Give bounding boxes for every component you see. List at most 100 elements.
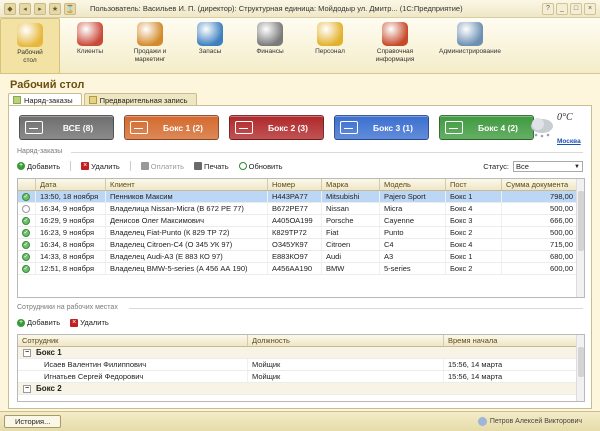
delete-staff-button[interactable]: × Удалить — [70, 318, 109, 327]
cell-date: 14:33, 8 ноября — [36, 251, 106, 262]
print-button[interactable]: Печать — [194, 162, 229, 171]
section-label: Персонал — [315, 48, 345, 55]
col-header[interactable]: Время начала — [444, 335, 578, 346]
cell-client: Владелец Fiat-Punto (К 829 ТР 72) — [106, 227, 268, 238]
cloud-snow-icon — [531, 118, 553, 138]
cell-sum: 680,00 — [502, 251, 578, 262]
orders-table-header: Дата Клиент Номер Марка Модель Пост Сумма доку… — [18, 179, 584, 191]
staff-table: Сотрудник Должность Время начала − Бокс 1 Ис… — [17, 334, 585, 402]
help-icon[interactable]: ? — [542, 2, 554, 15]
cell-sum: 666,00 — [502, 215, 578, 226]
section-2[interactable]: Продажи и маркетинг — [120, 18, 180, 74]
col-header[interactable]: Модель — [380, 179, 446, 190]
table-row[interactable]: ✓ 14:33, 8 ноября Владелец Audi-A3 (Е 883 … — [18, 251, 584, 263]
group-row[interactable]: − Бокс 2 — [18, 383, 584, 395]
minimize-button[interactable]: _ — [556, 2, 568, 15]
cell-number: Е883КО97 — [268, 251, 322, 262]
cell-client: Владелица Nissan-Micra (В 672 РЕ 77) — [106, 203, 268, 214]
weather-city-link[interactable]: Москва — [557, 138, 581, 145]
section-label: Справочная информация — [375, 48, 415, 63]
table-row[interactable]: ✓ 16:34, 8 ноября Владелец Citroen-C4 (О 3… — [18, 239, 584, 251]
staff-toolbar: + Добавить × Удалить — [17, 318, 109, 327]
sections-panel: Рабочий стол Клиенты Продажи и маркетинг За… — [0, 18, 600, 74]
table-row[interactable]: 16:34, 9 ноября Владелица Nissan-Micra (В… — [18, 203, 584, 215]
orders-scrollbar[interactable] — [576, 179, 584, 297]
col-header[interactable]: Сумма документа — [502, 179, 578, 190]
forward-icon[interactable]: ▸ — [34, 2, 46, 15]
orders-table-body: ✓ 13:50, 18 ноября Пенников Максим Н443РА77… — [18, 191, 584, 275]
collapse-toggle-icon[interactable]: − — [23, 384, 31, 393]
back-icon[interactable]: ◂ — [19, 2, 31, 15]
table-row[interactable]: ✓ 13:50, 18 ноября Пенников Максим Н443РА77… — [18, 191, 584, 203]
status-filter: Статус: Все ▼ — [483, 161, 583, 172]
col-header[interactable]: Должность — [248, 335, 444, 346]
table-row[interactable]: Игнатьев Сергей Федорович Мойщик 15:56, 14… — [18, 371, 584, 383]
cell-number: А456АА190 — [268, 263, 322, 274]
cell-post: Бокс 1 — [446, 191, 502, 202]
section-5[interactable]: Персонал — [300, 18, 360, 74]
titlebar-quick-icons: ◆ ◂ ▸ ★ ⌛ — [0, 2, 76, 15]
cell-date: 16:23, 9 ноября — [36, 227, 106, 238]
section-6[interactable]: Справочная информация — [360, 18, 430, 74]
section-1[interactable]: Клиенты — [60, 18, 120, 74]
post-button-0[interactable]: ВСЕ (8) — [19, 115, 114, 140]
cell-name: Исаев Валентин Филиппович — [18, 359, 248, 370]
completed-check-icon: ✓ — [22, 192, 30, 201]
col-check-header — [18, 179, 36, 190]
pay-button[interactable]: Оплатить — [140, 162, 184, 171]
post-button-2[interactable]: Бокс 2 (3) — [229, 115, 324, 140]
scroll-thumb[interactable] — [578, 347, 584, 377]
cell-sum: 600,00 — [502, 263, 578, 274]
toolbar-separator — [129, 161, 131, 171]
cell-name: Игнатьев Сергей Федорович — [18, 371, 248, 382]
table-row[interactable]: ✓ 16:23, 9 ноября Владелец Fiat-Punto (К 8… — [18, 227, 584, 239]
car-icon — [340, 121, 358, 134]
favorites-icon[interactable]: ★ — [49, 2, 61, 15]
status-bar: История... Петров Алексей Викторович — [0, 411, 600, 431]
staff-scrollbar[interactable] — [576, 335, 584, 401]
car-icon — [235, 121, 253, 134]
col-header[interactable]: Дата — [36, 179, 106, 190]
window-titlebar: ◆ ◂ ▸ ★ ⌛ Пользователь: Васильев И. П. (… — [0, 0, 600, 18]
history-icon[interactable]: ⌛ — [64, 2, 76, 15]
close-button[interactable]: × — [584, 2, 596, 15]
table-row[interactable]: ✓ 16:29, 9 ноября Денисов Олег Максимович А… — [18, 215, 584, 227]
table-row[interactable]: ✓ 12:51, 8 ноября Владелец BMW-5-series (А… — [18, 263, 584, 275]
scroll-thumb[interactable] — [578, 191, 584, 251]
cell-model: Punto — [380, 227, 446, 238]
col-header[interactable]: Клиент — [106, 179, 268, 190]
section-3[interactable]: Запасы — [180, 18, 240, 74]
history-button[interactable]: История... — [4, 415, 62, 428]
add-staff-button[interactable]: + Добавить — [17, 318, 60, 327]
group-row[interactable]: − Бокс 1 — [18, 347, 584, 359]
collapse-toggle-icon[interactable]: − — [23, 348, 31, 357]
post-label: Бокс 2 (3) — [267, 122, 308, 133]
app-menu-icon[interactable]: ◆ — [4, 2, 16, 15]
delete-order-button[interactable]: × Удалить — [81, 162, 120, 171]
col-header[interactable]: Пост — [446, 179, 502, 190]
section-7[interactable]: Администрирование — [430, 18, 510, 74]
post-button-4[interactable]: Бокс 4 (2) — [439, 115, 534, 140]
refresh-button[interactable]: Обновить — [238, 162, 283, 171]
toolbar-separator — [70, 161, 72, 171]
section-label: Клиенты — [76, 48, 104, 55]
orders-group-title: Наряд-заказы — [17, 148, 63, 155]
col-header[interactable]: Номер — [268, 179, 322, 190]
status-cell: ✓ — [18, 215, 36, 226]
post-button-1[interactable]: Бокс 1 (2) — [124, 115, 219, 140]
status-select[interactable]: Все ▼ — [513, 161, 583, 172]
section-4[interactable]: Финансы — [240, 18, 300, 74]
col-header[interactable]: Марка — [322, 179, 380, 190]
cell-post: Бокс 4 — [446, 239, 502, 250]
orders-table: Дата Клиент Номер Марка Модель Пост Сумма доку… — [17, 178, 585, 298]
section-0[interactable]: Рабочий стол — [0, 18, 60, 74]
col-header[interactable]: Сотрудник — [18, 335, 248, 346]
completed-check-icon: ✓ — [22, 216, 30, 225]
add-order-button[interactable]: + Добавить — [17, 162, 60, 171]
post-button-3[interactable]: Бокс 3 (1) — [334, 115, 429, 140]
pre-registration-icon — [88, 96, 97, 104]
work-orders-icon — [13, 96, 21, 104]
orders-toolbar: + Добавить × Удалить Оплатить Печать Обн… — [17, 161, 283, 171]
maximize-button[interactable]: □ — [570, 2, 582, 15]
table-row[interactable]: Исаев Валентин Филиппович Мойщик 15:56, 14… — [18, 359, 584, 371]
